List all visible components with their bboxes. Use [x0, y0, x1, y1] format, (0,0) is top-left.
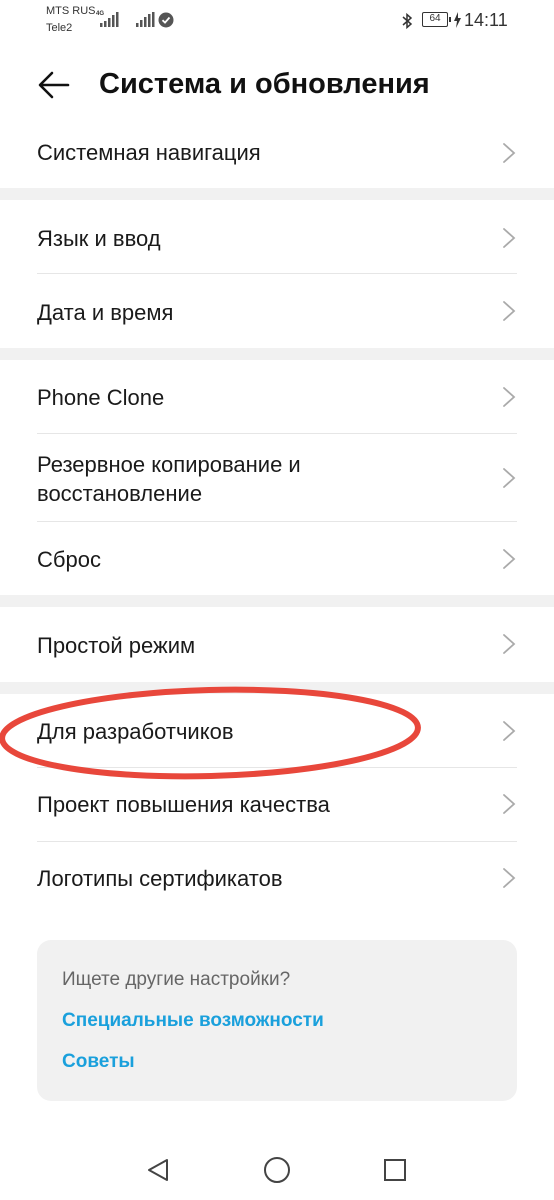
menu-item-label: Проект повышения качества — [37, 792, 330, 817]
menu-item-label: Phone Clone — [37, 385, 165, 410]
status-check-icon — [158, 12, 174, 28]
bluetooth-icon — [402, 12, 413, 30]
menu-item-system-navigation[interactable]: Системная навигация — [0, 122, 554, 188]
hint-card: Ищете другие настройки? Специальные возм… — [37, 940, 517, 1101]
status-bar: MTS RUS Tele2 4G 64 14:11 — [0, 0, 554, 44]
tips-link[interactable]: Советы — [62, 1051, 135, 1073]
nav-recent-icon[interactable] — [383, 1158, 407, 1182]
section-divider — [0, 188, 554, 200]
battery-icon: 64 — [422, 12, 451, 27]
signal-icon — [100, 12, 119, 27]
menu-item-reset[interactable]: Сброс — [0, 522, 554, 595]
menu-item-certification-logos[interactable]: Логотипы сертификатов — [0, 842, 554, 920]
chevron-right-icon — [503, 143, 516, 163]
menu-item-label: Резервное копирование и восстановление — [37, 452, 301, 506]
section-divider — [0, 348, 554, 360]
charging-icon — [454, 12, 461, 28]
menu-item-developer-options[interactable]: Для разработчиков — [0, 694, 554, 768]
chevron-right-icon — [503, 387, 516, 407]
settings-group-2: Язык и ввод Дата и время — [0, 200, 554, 348]
chevron-right-icon — [503, 634, 516, 654]
settings-group-4: Простой режим — [0, 607, 554, 682]
settings-group-5: Для разработчиков Проект повышения качес… — [0, 694, 554, 920]
settings-group-1: Системная навигация — [0, 122, 554, 188]
chevron-right-icon — [503, 549, 516, 569]
menu-item-language-input[interactable]: Язык и ввод — [0, 200, 554, 274]
accessibility-link[interactable]: Специальные возможности — [62, 1010, 324, 1032]
settings-group-3: Phone Clone Резервное копирование и восс… — [0, 360, 554, 595]
menu-item-label: Простой режим — [37, 633, 196, 658]
menu-item-label: Системная навигация — [37, 140, 261, 165]
chevron-right-icon — [503, 868, 516, 888]
menu-item-label: Язык и ввод — [37, 226, 161, 251]
back-arrow-icon[interactable] — [38, 70, 70, 100]
carrier-name-1: MTS RUS — [46, 5, 96, 17]
nav-back-icon[interactable] — [145, 1157, 171, 1183]
menu-item-label: Логотипы сертификатов — [37, 866, 283, 891]
menu-item-label: Для разработчиков — [37, 719, 234, 744]
clock: 14:11 — [464, 10, 508, 30]
menu-item-date-time[interactable]: Дата и время — [0, 274, 554, 348]
chevron-right-icon — [503, 228, 516, 248]
chevron-right-icon — [503, 721, 516, 741]
chevron-right-icon — [503, 794, 516, 814]
menu-item-backup-restore[interactable]: Резервное копирование и восстановление — [0, 434, 554, 522]
menu-item-label: Сброс — [37, 547, 101, 572]
menu-item-label: Дата и время — [37, 300, 174, 325]
menu-item-phone-clone[interactable]: Phone Clone — [0, 360, 554, 434]
chevron-right-icon — [503, 301, 516, 321]
nav-bar — [0, 1140, 554, 1200]
section-divider — [0, 595, 554, 607]
menu-item-simple-mode[interactable]: Простой режим — [0, 607, 554, 682]
header: Система и обновления — [0, 50, 554, 122]
nav-home-icon[interactable] — [263, 1156, 291, 1184]
hint-title: Ищете другие настройки? — [62, 969, 291, 990]
chevron-right-icon — [503, 468, 516, 488]
carrier-name-2: Tele2 — [46, 22, 73, 34]
menu-item-quality-program[interactable]: Проект повышения качества — [0, 768, 554, 842]
section-divider — [0, 682, 554, 694]
page-title: Система и обновления — [99, 68, 430, 100]
signal-icon-2 — [136, 12, 155, 27]
